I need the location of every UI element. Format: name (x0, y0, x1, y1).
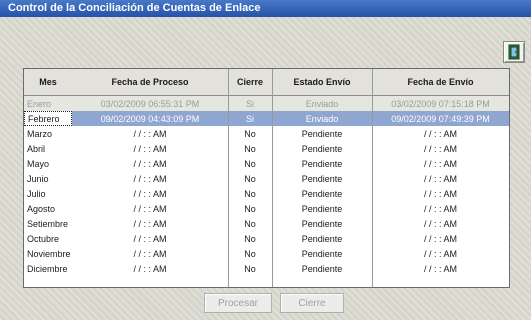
col-header-cierre[interactable]: Cierre (228, 69, 272, 95)
cell-fecha-envio: / / : : AM (423, 188, 457, 199)
cierre-button[interactable]: Cierre (280, 293, 344, 313)
cell-cierre: No (244, 173, 256, 184)
cell-estado-envio: Pendiente (301, 218, 343, 229)
cell-fecha-envio: / / : : AM (423, 128, 457, 139)
cell-cierre: No (244, 248, 256, 259)
cell-cierre: No (244, 158, 256, 169)
cell-fecha-envio: / / : : AM (423, 233, 457, 244)
table-row[interactable]: Junio / / : : AM No Pendiente / / : : AM (24, 171, 509, 186)
table-row[interactable]: Julio / / : : AM No Pendiente / / : : AM (24, 186, 509, 201)
table-row[interactable]: Febrero 09/02/2009 04:43:09 PM Si Enviado 09… (24, 111, 509, 126)
cell-estado-envio: Pendiente (301, 188, 343, 199)
cell-mes: Marzo (27, 128, 53, 139)
cell-mes: Febrero (24, 111, 72, 126)
cell-mes: Mayo (27, 158, 50, 169)
cell-fecha-envio: / / : : AM (423, 203, 457, 214)
cell-mes: Agosto (27, 203, 56, 214)
window-title: Control de la Conciliación de Cuentas de… (8, 2, 261, 14)
exit-door-icon (508, 44, 520, 60)
cell-fecha-proceso: / / : : AM (133, 233, 167, 244)
cell-cierre: Si (245, 98, 254, 109)
cell-fecha-proceso: / / : : AM (133, 248, 167, 259)
col-header-mes[interactable]: Mes (24, 69, 72, 95)
table-row[interactable]: Mayo / / : : AM No Pendiente / / : : AM (24, 156, 509, 171)
cell-estado-envio: Pendiente (301, 158, 343, 169)
cell-fecha-proceso: / / : : AM (133, 158, 167, 169)
cell-cierre: No (244, 203, 256, 214)
grid-divider (272, 69, 273, 287)
cell-estado-envio: Enviado (305, 98, 339, 109)
cell-fecha-proceso: 09/02/2009 04:43:09 PM (100, 113, 200, 124)
cell-fecha-proceso: / / : : AM (133, 203, 167, 214)
cell-mes: Octubre (27, 233, 60, 244)
cell-mes: Julio (27, 188, 46, 199)
cell-estado-envio: Pendiente (301, 248, 343, 259)
cell-fecha-envio: / / : : AM (423, 248, 457, 259)
cell-fecha-proceso: 03/02/2009 06:55:31 PM (100, 98, 200, 109)
cell-fecha-proceso: / / : : AM (133, 128, 167, 139)
cell-estado-envio: Pendiente (301, 173, 343, 184)
cell-fecha-proceso: / / : : AM (133, 173, 167, 184)
grid-divider (228, 69, 229, 287)
table-row[interactable]: Abril / / : : AM No Pendiente / / : : AM (24, 141, 509, 156)
cell-mes: Diciembre (27, 263, 68, 274)
title-bar: Control de la Conciliación de Cuentas de… (0, 0, 531, 17)
cell-mes: Enero (27, 98, 52, 109)
grid-header: Mes Fecha de Proceso Cierre Estado Envío… (24, 69, 509, 96)
table-row[interactable]: Agosto / / : : AM No Pendiente / / : : AM (24, 201, 509, 216)
cell-mes: Setiembre (27, 218, 69, 229)
cell-mes: Noviembre (27, 248, 71, 259)
cell-fecha-proceso: / / : : AM (133, 263, 167, 274)
table-row[interactable]: Setiembre / / : : AM No Pendiente / / : : AM (24, 216, 509, 231)
cell-fecha-envio: / / : : AM (423, 263, 457, 274)
exit-button[interactable] (503, 41, 525, 63)
cell-cierre: No (244, 233, 256, 244)
cell-estado-envio: Pendiente (301, 233, 343, 244)
cell-fecha-envio: 09/02/2009 07:49:39 PM (391, 113, 490, 124)
months-grid: Mes Fecha de Proceso Cierre Estado Envío… (23, 68, 510, 288)
cell-fecha-envio: / / : : AM (423, 158, 457, 169)
cell-estado-envio: Enviado (305, 113, 339, 124)
cell-fecha-envio: 03/02/2009 07:15:18 PM (391, 98, 490, 109)
cell-cierre: No (244, 263, 256, 274)
cell-estado-envio: Pendiente (301, 128, 343, 139)
table-row[interactable]: Octubre / / : : AM No Pendiente / / : : AM (24, 231, 509, 246)
procesar-button[interactable]: Procesar (204, 293, 272, 313)
table-row[interactable]: Enero 03/02/2009 06:55:31 PM Si Enviado 03/0… (24, 96, 509, 111)
cell-fecha-proceso: / / : : AM (133, 188, 167, 199)
cell-fecha-proceso: / / : : AM (133, 218, 167, 229)
cell-mes: Junio (27, 173, 49, 184)
table-row[interactable]: Marzo / / : : AM No Pendiente / / : : AM (24, 126, 509, 141)
cell-cierre: No (244, 143, 256, 154)
cell-fecha-proceso: / / : : AM (133, 143, 167, 154)
cell-fecha-envio: / / : : AM (423, 173, 457, 184)
cell-cierre: Si (245, 113, 254, 124)
cell-mes: Abril (27, 143, 46, 154)
table-row[interactable]: Noviembre / / : : AM No Pendiente / / : : AM (24, 246, 509, 261)
cell-estado-envio: Pendiente (301, 143, 343, 154)
cell-cierre: No (244, 128, 256, 139)
cell-fecha-envio: / / : : AM (423, 143, 457, 154)
col-header-fecha-proceso[interactable]: Fecha de Proceso (72, 69, 228, 95)
cell-estado-envio: Pendiente (301, 263, 343, 274)
col-header-fecha-envio[interactable]: Fecha de Envío (372, 69, 509, 95)
cell-cierre: No (244, 218, 256, 229)
table-row[interactable]: Diciembre / / : : AM No Pendiente / / : : AM (24, 261, 509, 276)
cell-fecha-envio: / / : : AM (423, 218, 457, 229)
cell-estado-envio: Pendiente (301, 203, 343, 214)
cell-cierre: No (244, 188, 256, 199)
col-header-estado-envio[interactable]: Estado Envío (272, 69, 372, 95)
grid-divider (372, 69, 373, 287)
